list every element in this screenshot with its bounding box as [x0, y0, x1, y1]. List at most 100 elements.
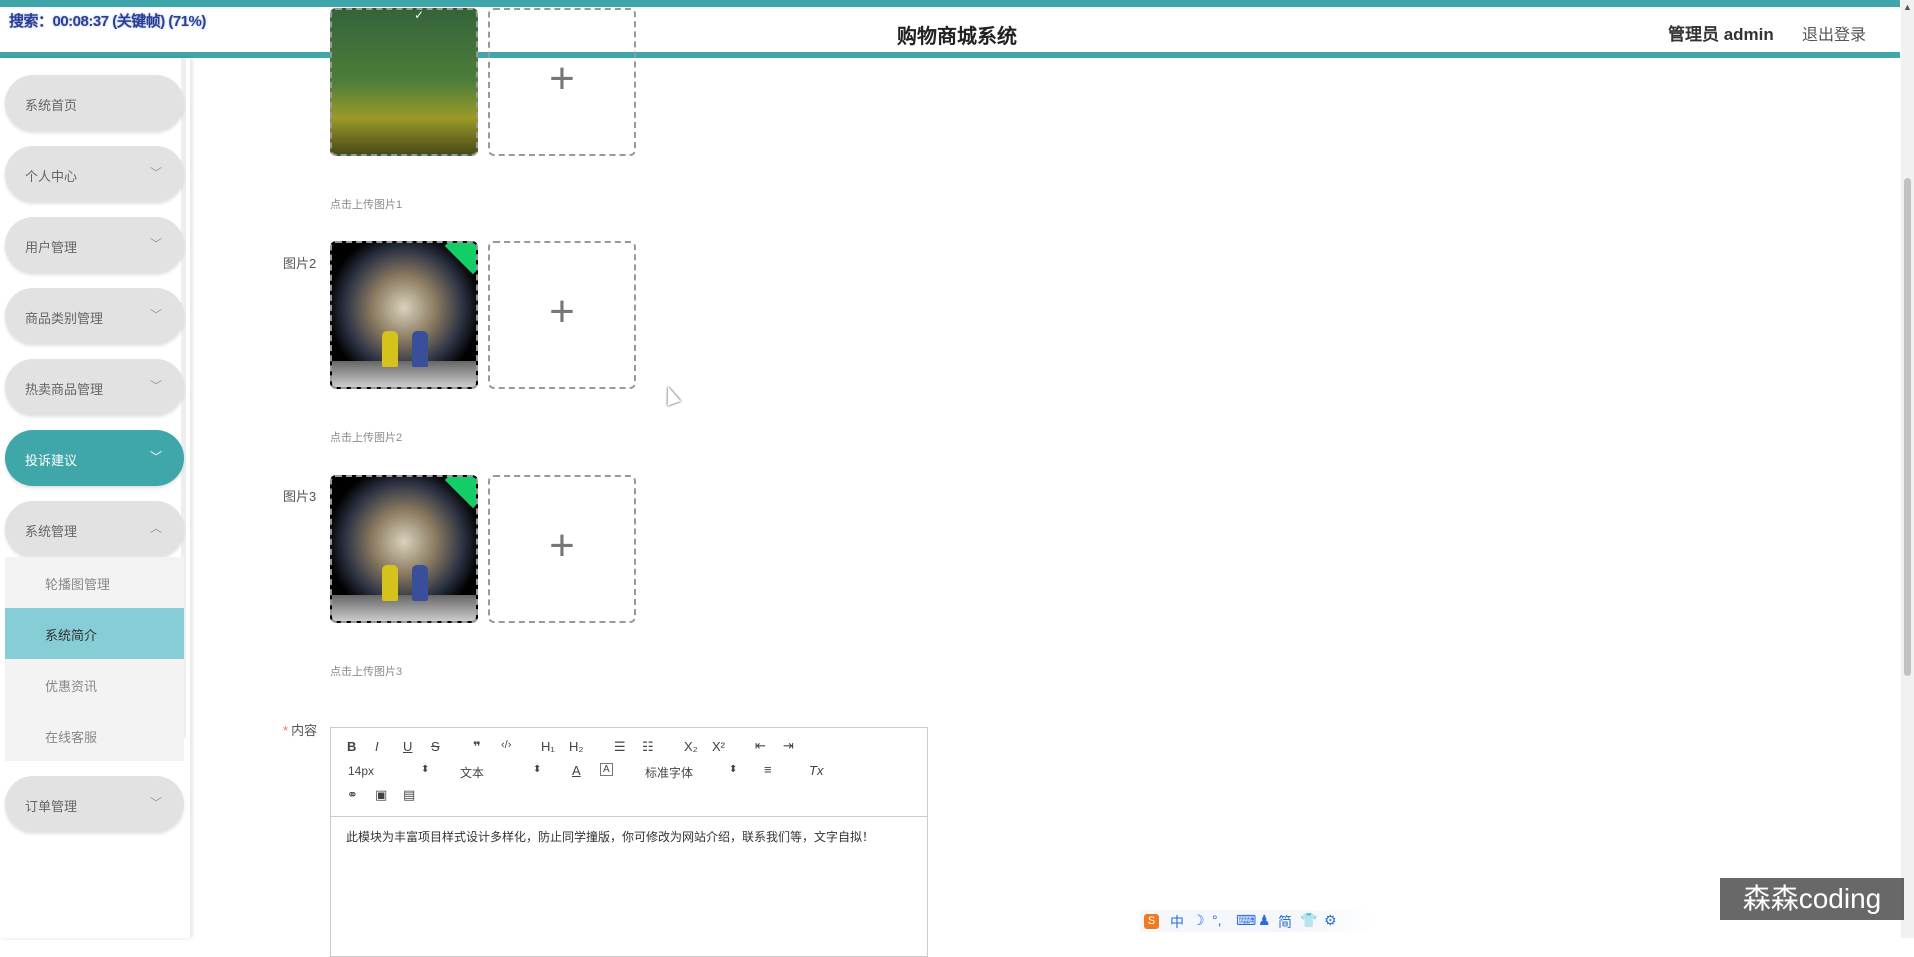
sidebar-item-label: 系统首页 — [25, 98, 78, 113]
editor-content[interactable]: 此模块为丰富项目样式设计多样化，防止同学撞版，你可修改为网站介绍，联系我们等，文… — [346, 828, 916, 846]
submenu-item-online-service[interactable]: 在线客服 — [5, 710, 184, 761]
submenu-item-label: 系统简介 — [45, 628, 98, 643]
image3-upload-tip: 点击上传图片3 — [330, 666, 403, 678]
keyboard-icon[interactable]: ⌨ — [1236, 912, 1256, 929]
image1-upload-button[interactable]: + — [488, 8, 636, 156]
image2-label: 图片2 — [283, 256, 317, 271]
video-icon[interactable]: ▤ — [403, 787, 415, 803]
editor-toolbar: B I U S ❞ ‹/› H₁ H₂ ☰ ☷ X₂ X² ⇤ ⇥ 14px ⬍… — [331, 728, 927, 817]
outdent-icon[interactable]: ⇤ — [755, 738, 766, 754]
subscript-button[interactable]: X₂ — [684, 739, 698, 754]
sidebar-item-hot-products[interactable]: 热卖商品管理 ﹀ — [5, 359, 184, 415]
image2-upload-button[interactable]: + — [488, 241, 636, 389]
submenu-item-promotions[interactable]: 优惠资讯 — [5, 659, 184, 710]
sidebar-item-label: 商品类别管理 — [25, 311, 104, 326]
select-arrow-icon: ⬍ — [729, 764, 738, 775]
strike-button[interactable]: S — [431, 739, 440, 754]
image1-upload-tip: 点击上传图片1 — [330, 199, 403, 211]
code-icon[interactable]: ‹/› — [501, 739, 511, 751]
user-icon[interactable]: ♟ — [1258, 912, 1271, 929]
underline-button[interactable]: U — [403, 739, 412, 754]
upload-success-badge — [444, 477, 476, 509]
check-icon: ✓ — [413, 8, 424, 22]
select-arrow-icon: ⬍ — [421, 764, 430, 775]
image-figure — [382, 565, 398, 601]
submenu-item-label: 轮播图管理 — [45, 577, 111, 592]
ime-simplified-mode[interactable]: 简 — [1278, 912, 1292, 932]
watermark: 森森coding — [1720, 878, 1904, 920]
uploaded-image-2[interactable] — [330, 241, 478, 389]
sidebar-item-user-management[interactable]: 用户管理 ﹀ — [5, 217, 184, 273]
submenu-item-carousel[interactable]: 轮播图管理 — [5, 557, 184, 608]
font-size-select[interactable]: 14px — [348, 764, 374, 778]
font-family-select[interactable]: 标准字体 — [645, 764, 693, 781]
skin-icon[interactable]: 👕 — [1300, 912, 1317, 929]
sidebar-item-personal-center[interactable]: 个人中心 ﹀ — [5, 146, 184, 202]
select-arrow-icon: ⬍ — [533, 764, 542, 775]
h2-button[interactable]: H₂ — [569, 739, 583, 754]
image-ground — [332, 595, 476, 621]
settings-icon[interactable]: ⚙ — [1324, 912, 1337, 929]
app-title: 购物商城系统 — [897, 26, 1017, 48]
required-mark: * — [283, 723, 289, 738]
chevron-down-icon: ﹀ — [149, 796, 162, 810]
sidebar-item-label: 热卖商品管理 — [25, 382, 104, 397]
uploaded-image-3[interactable] — [330, 475, 478, 623]
submenu-item-label: 优惠资讯 — [45, 679, 98, 694]
italic-button[interactable]: I — [375, 739, 379, 754]
sidebar-item-home[interactable]: 系统首页 — [5, 75, 184, 131]
image-ground — [332, 361, 476, 387]
bold-button[interactable]: B — [347, 739, 356, 754]
content-label: * 内容 — [283, 720, 317, 739]
ime-logo-icon[interactable]: S — [1144, 914, 1159, 929]
upload-success-badge — [444, 243, 476, 275]
sidebar-item-label: 订单管理 — [25, 799, 78, 814]
background-color-icon[interactable]: A — [600, 763, 613, 776]
link-icon[interactable]: ⚭ — [347, 787, 358, 803]
chevron-up-icon: ︿ — [149, 521, 162, 535]
image-icon[interactable]: ▣ — [375, 787, 387, 803]
sidebar-item-system-management[interactable]: 系统管理 ︿ — [5, 501, 184, 557]
logout-button[interactable]: 退出登录 — [1802, 21, 1866, 45]
image-figure — [412, 331, 428, 367]
uploaded-image-1[interactable]: ✓ — [330, 8, 478, 156]
quote-icon[interactable]: ❞ — [473, 739, 481, 755]
image-figure — [382, 331, 398, 367]
superscript-button[interactable]: X² — [712, 739, 725, 754]
sidebar-item-label: 系统管理 — [25, 524, 78, 539]
image2-upload-tip: 点击上传图片2 — [330, 432, 403, 444]
bullet-list-icon[interactable]: ☷ — [642, 739, 654, 755]
sidebar-item-label: 用户管理 — [25, 240, 78, 255]
page-scrollbar[interactable]: ▲ — [1901, 0, 1914, 938]
admin-label: 管理员 admin — [1668, 25, 1774, 44]
font-color-icon[interactable]: A — [572, 763, 581, 778]
clean-format-icon[interactable]: Tx — [809, 763, 823, 778]
ime-chinese-mode[interactable]: 中 — [1170, 912, 1184, 932]
sidebar-item-category-management[interactable]: 商品类别管理 ﹀ — [5, 288, 184, 344]
header-accent-bar — [0, 0, 1900, 7]
chevron-down-icon: ﹀ — [149, 379, 162, 393]
chevron-down-icon: ﹀ — [149, 166, 162, 180]
align-icon[interactable]: ≡ — [764, 762, 772, 777]
submenu-item-label: 在线客服 — [45, 730, 98, 745]
image3-upload-button[interactable]: + — [488, 475, 636, 623]
rich-text-editor: B I U S ❞ ‹/› H₁ H₂ ☰ ☷ X₂ X² ⇤ ⇥ 14px ⬍… — [330, 727, 928, 957]
chevron-down-icon: ﹀ — [149, 237, 162, 251]
h1-button[interactable]: H₁ — [541, 739, 555, 754]
ordered-list-icon[interactable]: ☰ — [614, 739, 626, 755]
sidebar-item-order-management[interactable]: 订单管理 ﹀ — [5, 776, 184, 832]
submenu-item-system-intro[interactable]: 系统简介 — [5, 608, 184, 659]
scrollbar-thumb[interactable] — [1904, 178, 1911, 676]
moon-icon[interactable]: ☽ — [1192, 912, 1205, 929]
chevron-down-icon: ﹀ — [149, 450, 162, 464]
sidebar-item-complaints[interactable]: 投诉建议 ﹀ — [5, 430, 184, 486]
punctuation-icon[interactable]: °, — [1212, 912, 1222, 928]
header-select[interactable]: 文本 — [460, 764, 484, 781]
content-label-text: 内容 — [291, 723, 318, 738]
image3-label: 图片3 — [283, 489, 317, 504]
indent-icon[interactable]: ⇥ — [783, 738, 794, 754]
scroll-up-icon[interactable]: ▲ — [1903, 2, 1912, 12]
sidebar-item-label: 投诉建议 — [25, 453, 78, 468]
sidebar-item-label: 个人中心 — [25, 169, 78, 184]
image-figure — [412, 565, 428, 601]
